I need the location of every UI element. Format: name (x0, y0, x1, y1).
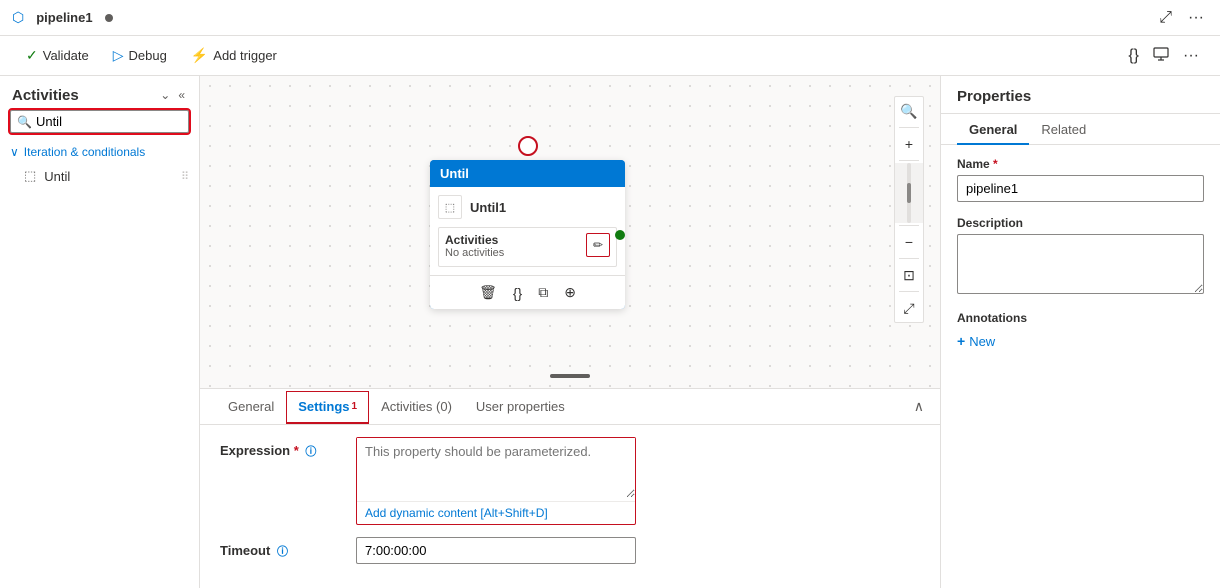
until-card-body: ⬚ Until1 Activities No activities ✏ (430, 187, 625, 275)
pipeline-name: pipeline1 (36, 10, 92, 25)
name-input[interactable] (957, 175, 1204, 202)
trigger-icon: ⚡ (191, 47, 208, 64)
until-item-icon: ⬚ (24, 168, 36, 184)
until-card-header: Until (430, 160, 625, 187)
properties-panel: Properties General Related Name * Descri… (940, 76, 1220, 588)
plus-icon: + (957, 333, 965, 349)
until-activity-block[interactable]: Until ⬚ Until1 Activities No activities (430, 136, 625, 309)
expression-field-row: Expression * ⓘ Add dynamic content [Alt+… (220, 437, 920, 525)
annotations-field: Annotations + New (957, 311, 1204, 351)
validate-icon: ✓ (26, 47, 38, 64)
description-field: Description (957, 216, 1204, 297)
until-activities-container: Activities No activities ✏ (438, 227, 617, 267)
tab-settings[interactable]: Settings1 (286, 391, 369, 424)
monitor-button[interactable] (1148, 40, 1174, 71)
until-name-row: ⬚ Until1 (438, 195, 617, 219)
sidebar-category-iteration[interactable]: ∨ Iteration & conditionals (0, 141, 199, 163)
sidebar-collapse-button[interactable]: « (176, 86, 187, 104)
until-copy-icon: ⬚ (438, 195, 462, 219)
name-required-indicator: * (993, 157, 998, 171)
expression-textarea[interactable] (357, 438, 635, 498)
drag-handle-icon: ⠿ (181, 170, 189, 183)
properties-title: Properties (941, 76, 1220, 114)
until-connect-button[interactable]: ⊕ (562, 282, 578, 303)
bottom-panel-collapse-button[interactable]: ∧ (914, 398, 924, 415)
validate-button[interactable]: ✓ Validate (16, 42, 99, 69)
code-view-button[interactable]: {} (1123, 42, 1144, 70)
until-delete-button[interactable]: 🗑 (477, 282, 499, 303)
description-textarea[interactable] (957, 234, 1204, 294)
tab-user-properties[interactable]: User properties (464, 391, 577, 424)
expression-box: Add dynamic content [Alt+Shift+D] (356, 437, 636, 525)
name-field-label: Name * (957, 157, 1204, 171)
toolbar-more-button[interactable]: ··· (1178, 42, 1204, 70)
until-activities-text: Activities No activities (445, 233, 504, 259)
properties-tab-bar: General Related (941, 114, 1220, 145)
main-layout: Activities ⌄ « 🔍 ∨ Iteration & condition… (0, 76, 1220, 588)
sidebar-header: Activities ⌄ « (0, 76, 199, 110)
until-edit-button[interactable]: ✏ (586, 233, 610, 257)
canvas-zoom-out-button[interactable]: − (895, 228, 923, 256)
properties-content: Name * Description Annotations + New (941, 145, 1220, 588)
canvas-expand-button[interactable]: ⤢ (895, 294, 923, 322)
canvas-scroll-indicator (550, 374, 590, 378)
tab-activities[interactable]: Activities (0) (369, 391, 464, 424)
search-icon: 🔍 (17, 115, 32, 129)
more-options-button[interactable]: ··· (1184, 5, 1208, 31)
until-card[interactable]: Until ⬚ Until1 Activities No activities (430, 160, 625, 309)
prop-tab-general[interactable]: General (957, 114, 1029, 145)
canvas-search-button[interactable]: 🔍 (895, 97, 923, 125)
until-success-connector (615, 230, 625, 240)
bottom-tab-bar: General Settings1 Activities (0) User pr… (200, 389, 940, 425)
prop-tab-related[interactable]: Related (1029, 114, 1098, 145)
expression-dynamic-content-link[interactable]: Add dynamic content [Alt+Shift+D] (357, 501, 635, 524)
debug-icon: ▷ (113, 47, 124, 64)
add-trigger-button[interactable]: ⚡ Add trigger (181, 42, 287, 69)
bottom-panel: General Settings1 Activities (0) User pr… (200, 388, 940, 588)
timeout-input[interactable] (356, 537, 636, 564)
toolbar: ✓ Validate ▷ Debug ⚡ Add trigger {} ··· (0, 36, 1220, 76)
sidebar-fold-button[interactable]: ⌄ (158, 86, 172, 104)
expression-required-indicator: * (294, 443, 299, 458)
timeout-field-row: Timeout ⓘ (220, 537, 920, 564)
annotations-label: Annotations (957, 311, 1204, 325)
expression-label: Expression * ⓘ (220, 437, 340, 459)
activities-sidebar: Activities ⌄ « 🔍 ∨ Iteration & condition… (0, 76, 200, 588)
name-field: Name * (957, 157, 1204, 202)
until-copy-button[interactable]: ⧉ (536, 282, 550, 303)
until-code-button[interactable]: {} (511, 283, 524, 303)
canvas-controls: 🔍 + − ⊡ ⤢ (894, 96, 924, 323)
sidebar-item-until[interactable]: ⬚ Until ⠿ (0, 163, 199, 189)
pipeline-icon: ⬡ (12, 9, 24, 26)
search-input[interactable] (36, 114, 182, 129)
canvas-fit-button[interactable]: ⊡ (895, 261, 923, 289)
until-instance-name: Until1 (470, 200, 506, 215)
expand-button[interactable]: ⤢ (1155, 5, 1176, 31)
expression-info-icon[interactable]: ⓘ (305, 446, 316, 458)
top-bar: ⬡ pipeline1 ⤢ ··· (0, 0, 1220, 36)
bottom-panel-content: Expression * ⓘ Add dynamic content [Alt+… (200, 425, 940, 588)
canvas-zoom-in-button[interactable]: + (895, 130, 923, 158)
timeout-info-icon[interactable]: ⓘ (277, 546, 288, 558)
until-card-footer: 🗑 {} ⧉ ⊕ (430, 275, 625, 309)
search-box[interactable]: 🔍 (10, 110, 189, 133)
tab-general[interactable]: General (216, 391, 286, 424)
add-annotation-button[interactable]: + New (957, 331, 995, 351)
until-top-connector (518, 136, 538, 156)
sidebar-icons: ⌄ « (158, 86, 187, 104)
unsaved-indicator (105, 14, 113, 22)
debug-button[interactable]: ▷ Debug (103, 42, 177, 69)
sidebar-title: Activities (12, 87, 79, 104)
description-field-label: Description (957, 216, 1204, 230)
pipeline-canvas[interactable]: Until ⬚ Until1 Activities No activities (200, 76, 940, 388)
timeout-label: Timeout ⓘ (220, 537, 340, 559)
category-chevron-icon: ∨ (10, 145, 19, 159)
